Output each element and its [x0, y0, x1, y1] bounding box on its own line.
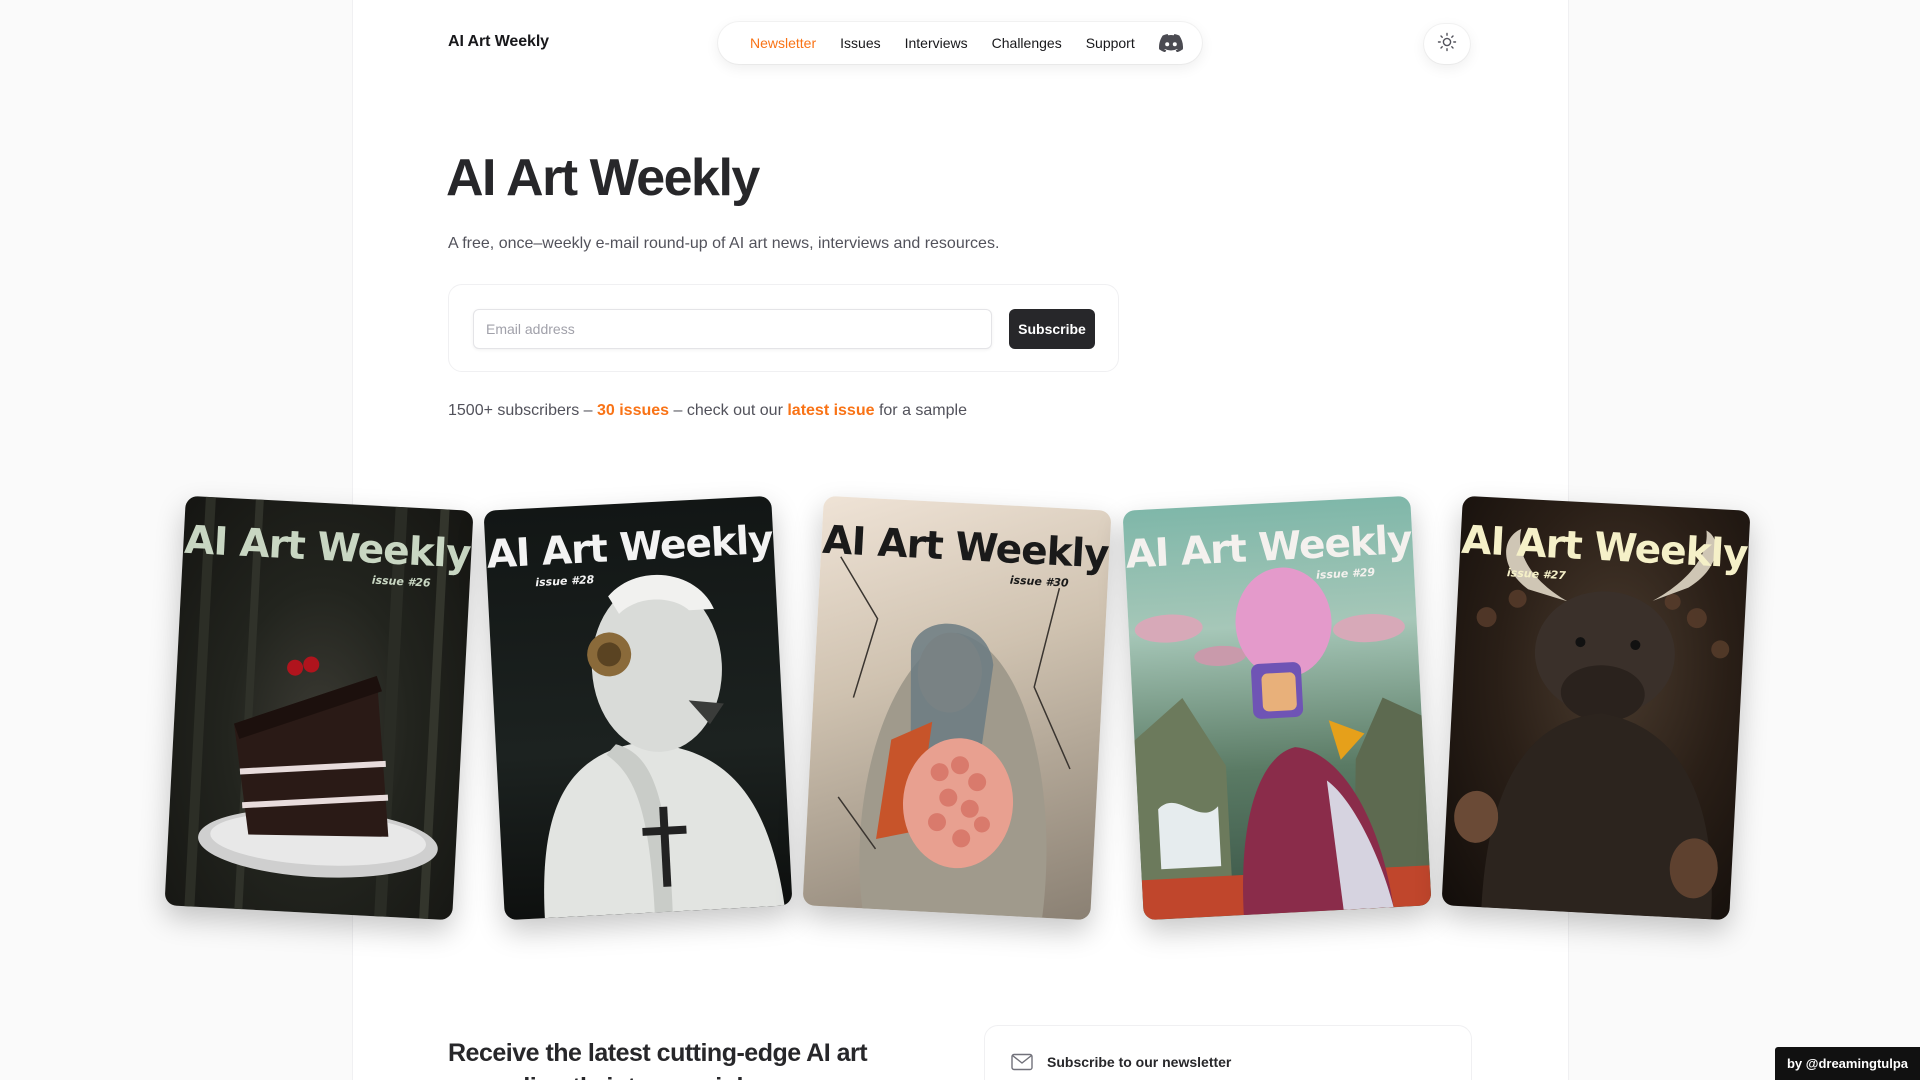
issue-cover-29[interactable]: AI Art Weekly issue #29 [1122, 495, 1432, 921]
issues-link[interactable]: 30 issues [597, 402, 669, 419]
page-description: A free, once–weekly e-mail round-up of A… [448, 235, 1000, 252]
main-nav: Newsletter Issues Interviews Challenges … [718, 22, 1202, 64]
newsletter-card-title: Subscribe to our newsletter [1047, 1054, 1232, 1070]
subscribe-form: Subscribe [448, 284, 1119, 372]
nav-support[interactable]: Support [1074, 35, 1147, 51]
stats-middle: – check out our [669, 402, 788, 419]
author-credit[interactable]: by @dreamingtulpa [1775, 1047, 1920, 1080]
issue-cover-26[interactable]: AI Art Weekly issue #26 [164, 495, 474, 921]
subscriber-stats: 1500+ subscribers – 30 issues – check ou… [448, 402, 967, 420]
brand-logo[interactable]: AI Art Weekly [448, 33, 549, 51]
subscribe-button[interactable]: Subscribe [1009, 309, 1095, 349]
stats-suffix: for a sample [874, 402, 967, 419]
page-title: AI Art Weekly [446, 149, 760, 207]
nav-challenges[interactable]: Challenges [980, 35, 1074, 51]
stats-prefix: 1500+ subscribers – [448, 402, 597, 419]
nav-interviews[interactable]: Interviews [893, 35, 980, 51]
nav-issues[interactable]: Issues [828, 35, 892, 51]
nav-newsletter[interactable]: Newsletter [738, 35, 828, 51]
latest-issue-link[interactable]: latest issue [787, 402, 874, 419]
issue-cover-28[interactable]: AI Art Weekly issue #28 [483, 495, 793, 921]
theme-toggle-button[interactable] [1424, 24, 1470, 64]
discord-icon[interactable] [1147, 34, 1191, 52]
sun-icon [1437, 32, 1457, 57]
mail-icon [1011, 1053, 1033, 1071]
newsletter-card: Subscribe to our newsletter [984, 1025, 1472, 1080]
issue-cover-30[interactable]: AI Art Weekly issue #30 [802, 495, 1112, 921]
email-field[interactable] [473, 309, 992, 349]
issue-cover-27[interactable]: AI Art Weekly issue #27 [1441, 495, 1751, 921]
section-heading: Receive the latest cutting-edge AI art n… [448, 1039, 868, 1080]
